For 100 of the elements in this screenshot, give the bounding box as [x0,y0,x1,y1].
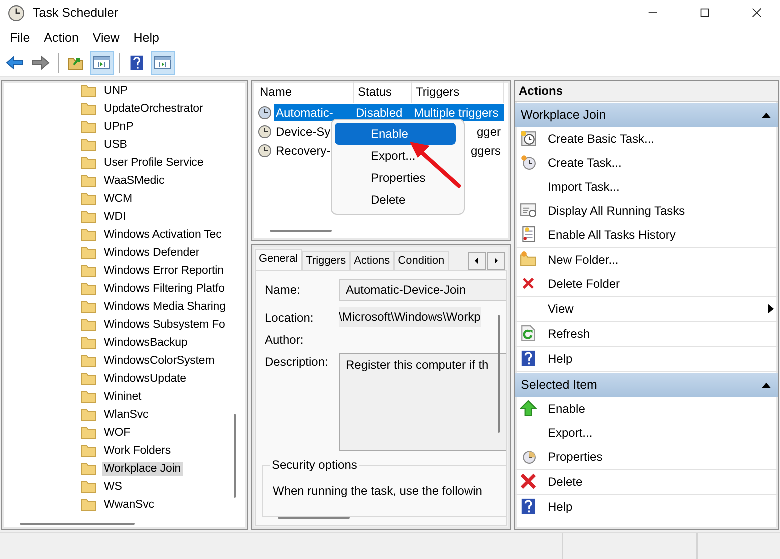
folder-icon [520,251,537,268]
group-title: Security options [270,458,360,472]
tree-item[interactable]: WOF [102,426,133,440]
menu-item[interactable]: File [3,29,38,47]
tree-item[interactable]: WS [102,480,124,494]
tab[interactable]: Actions [350,251,394,270]
tab[interactable]: Triggers [302,251,350,270]
pane-command[interactable]: Properties [548,450,603,464]
pane-command[interactable]: Refresh [548,327,590,341]
pane-command[interactable]: New Folder... [548,253,619,267]
pane-toggle-icon[interactable] [90,51,114,75]
name-field[interactable]: Automatic-Device-Join [339,279,506,301]
menu-item[interactable]: Delete [335,189,456,211]
menu-item[interactable]: Export... [335,145,456,167]
caret-icon[interactable] [761,382,772,388]
folder-icon [81,408,97,422]
pane-command[interactable]: Create Task... [548,156,622,170]
tree-item[interactable]: WindowsBackup [102,336,190,350]
caret-icon[interactable] [761,112,772,118]
menu-item[interactable]: Properties [335,167,456,189]
pane-command[interactable]: Help [548,500,573,514]
menu-item[interactable]: View [86,29,127,47]
pane-command[interactable]: Delete Folder [548,277,620,291]
window-title: Task Scheduler [33,6,118,20]
folder-icon [81,84,97,98]
tab[interactable]: General [255,249,302,270]
folder-icon [81,174,97,188]
folder-icon [81,480,97,494]
clock-icon [520,448,537,465]
pane-command[interactable]: Help [548,352,573,366]
scrollbar-thumb[interactable] [234,414,236,498]
field-value: \Microsoft\Windows\Workp [339,307,481,327]
tree-item[interactable]: User Profile Service [102,156,206,170]
help-icon [520,498,537,515]
task-triggers: gger [476,124,501,138]
task-triggers: ggers [470,144,501,158]
pane-command[interactable]: Enable All Tasks History [548,228,676,242]
pane-command[interactable]: View [548,302,574,316]
column-header[interactable]: Name [256,81,354,103]
clock-icon [258,144,272,158]
tab[interactable]: Condition [394,251,449,270]
folder-icon [81,390,97,404]
section-title: Workplace Join [521,108,606,122]
security-text: When running the task, use the followin [273,484,482,498]
field-label: Description: [265,354,330,369]
tree-item[interactable]: WindowsColorSystem [102,354,217,368]
field-label: Location: [265,310,315,325]
tree-item[interactable]: UpdateOrchestrator [102,102,206,116]
tree-item[interactable]: Windows Filtering Platfo [102,282,227,296]
delete-icon [520,473,537,490]
tree-item[interactable]: USB [102,138,130,152]
tree-item[interactable]: Work Folders [102,444,173,458]
pane-command[interactable]: Import Task... [548,180,620,194]
pane-command[interactable]: Display All Running Tasks [548,204,686,218]
pane-command[interactable]: Create Basic Task... [548,132,654,146]
tree-item[interactable]: Windows Error Reportin [102,264,226,278]
pane-command[interactable]: Export... [548,426,593,440]
pane-toggle-icon[interactable] [151,51,175,75]
menu-item[interactable]: Help [126,29,166,47]
folder-icon [81,120,97,134]
column-header[interactable]: Status [354,81,412,103]
tree-item[interactable]: WlanSvc [102,408,151,422]
tree-item[interactable]: WindowsUpdate [102,372,188,386]
folder-icon [81,264,97,278]
tree-item[interactable]: Windows Media Sharing [102,300,228,314]
folder-icon [81,498,97,512]
pane-header: Actions [515,81,778,102]
tree-item[interactable]: WDI [102,210,128,224]
description-field[interactable]: Register this computer if th [339,353,506,451]
folder-icon [81,462,97,476]
scrollbar-thumb[interactable] [270,230,332,232]
scroll-right-icon[interactable] [487,252,505,270]
tree-item[interactable]: UNP [102,84,130,98]
tree-item[interactable]: Workplace Join [102,462,184,476]
menu-item[interactable]: Action [37,29,86,47]
notebook-icon [520,226,537,243]
scrollbar-thumb[interactable] [498,315,500,433]
pane-command[interactable]: Delete [548,475,583,489]
pane-command[interactable]: Enable [548,402,586,416]
selected-row[interactable]: Automatic- Disabled Multiple triggers [274,104,504,121]
field-label: Name: [265,282,302,297]
task-name[interactable]: Automatic- [274,106,354,120]
scrollbar-thumb[interactable] [20,523,135,525]
scrollbar-thumb[interactable] [278,517,350,519]
tree-item[interactable]: UPnP [102,120,136,134]
tree-item[interactable]: WaaSMedic [102,174,167,188]
folder-icon [81,318,97,332]
tree-item[interactable]: Windows Defender [102,246,202,260]
tree-item[interactable]: WCM [102,192,134,206]
folder-icon [81,138,97,152]
folder-icon [81,156,97,170]
tree-item[interactable]: WwanSvc [102,498,156,512]
section-header[interactable]: Workplace Join [515,103,778,127]
column-header[interactable]: Triggers [412,81,504,103]
section-header[interactable]: Selected Item [515,373,778,397]
tree-item[interactable]: Windows Activation Tec [102,228,224,242]
menu-item[interactable]: Enable [335,123,456,145]
scroll-left-icon[interactable] [468,252,486,270]
tree-item[interactable]: Windows Subsystem Fo [102,318,228,332]
tree-item[interactable]: Wininet [102,390,144,404]
